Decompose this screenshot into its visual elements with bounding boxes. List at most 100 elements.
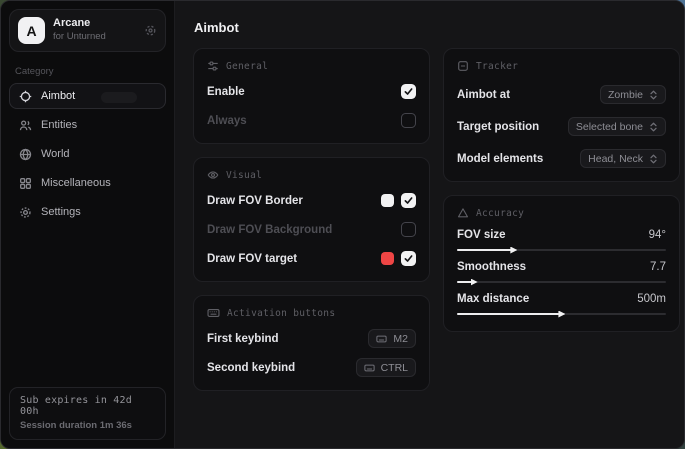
section-title: Accuracy — [476, 208, 524, 219]
smoothness-slider[interactable] — [457, 281, 666, 283]
enable-checkbox[interactable] — [401, 84, 416, 99]
aimbot-at-dropdown[interactable]: Zombie — [600, 85, 666, 104]
dropdown-value: Selected bone — [576, 121, 643, 133]
grid-icon — [19, 177, 32, 190]
setting-label: Draw FOV target — [207, 253, 297, 265]
setting-row-target-position: Target position Selected bone — [457, 117, 666, 136]
general-section: General Enable Always — [193, 48, 430, 144]
tracker-section-header: Tracker — [457, 60, 666, 72]
sidebar-item-label: Miscellaneous — [41, 177, 111, 189]
setting-row-fov-target: Draw FOV target — [207, 249, 416, 268]
section-title: Tracker — [476, 61, 518, 72]
general-section-header: General — [207, 60, 416, 72]
tracker-section: Tracker Aimbot at Zombie Target position — [443, 48, 680, 182]
second-keybind-button[interactable]: CTRL — [356, 358, 416, 377]
slider-fill — [457, 249, 511, 251]
visual-section: Visual Draw FOV Border Draw FOV Backgrou… — [193, 157, 430, 282]
setting-row-fov-border: Draw FOV Border — [207, 191, 416, 210]
slider-fill — [457, 281, 472, 283]
setting-label: Enable — [207, 86, 245, 98]
setting-row-aimbot-at: Aimbot at Zombie — [457, 85, 666, 104]
category-label: Category — [15, 66, 160, 77]
setting-label: Aimbot at — [457, 89, 510, 101]
smoothness-slider-group: Smoothness 7.7 — [457, 261, 666, 283]
triangle-icon — [457, 207, 469, 219]
sidebar-item-aimbot[interactable]: Aimbot — [9, 83, 166, 109]
globe-icon — [19, 148, 32, 161]
slider-label: FOV size — [457, 229, 506, 241]
fov-border-color-swatch[interactable] — [381, 194, 394, 207]
unfold-icon — [649, 90, 658, 100]
fov-size-slider-group: FOV size 94° — [457, 229, 666, 251]
page-title: Aimbot — [194, 20, 680, 35]
crosshair-icon — [19, 90, 32, 103]
section-title: General — [226, 61, 268, 72]
sidebar-item-miscellaneous[interactable]: Miscellaneous — [9, 170, 166, 196]
slider-value: 94° — [649, 229, 666, 241]
max-distance-slider-group: Max distance 500m — [457, 293, 666, 315]
keybind-value: CTRL — [381, 362, 408, 374]
sidebar-item-label: Aimbot — [41, 90, 75, 102]
app-logo: A — [18, 17, 45, 44]
setting-row-fov-background: Draw FOV Background — [207, 220, 416, 239]
max-distance-slider[interactable] — [457, 313, 666, 315]
target-position-dropdown[interactable]: Selected bone — [568, 117, 666, 136]
sync-icon[interactable] — [144, 24, 157, 37]
dropdown-value: Head, Neck — [588, 153, 643, 165]
frame-target-icon — [457, 60, 469, 72]
setting-label: Draw FOV Background — [207, 224, 332, 236]
slider-thumb[interactable] — [471, 279, 478, 286]
activation-section-header: Activation buttons — [207, 307, 416, 319]
visual-section-header: Visual — [207, 169, 416, 181]
app-subtitle: for Unturned — [53, 31, 136, 43]
fov-background-checkbox[interactable] — [401, 222, 416, 237]
selected-item-sheen — [101, 92, 137, 103]
sidebar-item-entities[interactable]: Entities — [9, 112, 166, 138]
sub-expiry-text: Sub expires in 42d 00h — [20, 395, 155, 417]
setting-label: Model elements — [457, 153, 543, 165]
setting-row-enable: Enable — [207, 82, 416, 101]
keybind-value: M2 — [393, 333, 408, 345]
keyboard-icon — [207, 307, 220, 319]
model-elements-dropdown[interactable]: Head, Neck — [580, 149, 666, 168]
brand-text: Arcane for Unturned — [53, 17, 136, 43]
sidebar-item-settings[interactable]: Settings — [9, 199, 166, 225]
keyboard-icon — [376, 334, 387, 344]
slider-thumb[interactable] — [510, 247, 517, 254]
setting-row-first-keybind: First keybind M2 — [207, 329, 416, 348]
sidebar-item-world[interactable]: World — [9, 141, 166, 167]
setting-label: Second keybind — [207, 362, 295, 374]
dropdown-value: Zombie — [608, 89, 643, 101]
always-checkbox[interactable] — [401, 113, 416, 128]
sidebar: A Arcane for Unturned Category — [1, 1, 175, 448]
app-window: A Arcane for Unturned Category — [0, 0, 685, 449]
slider-thumb[interactable] — [558, 311, 565, 318]
setting-row-model-elements: Model elements Head, Neck — [457, 149, 666, 168]
setting-label: Always — [207, 115, 247, 127]
main-content: Aimbot General — [175, 1, 685, 448]
entities-icon — [19, 119, 32, 132]
slider-fill — [457, 313, 559, 315]
fov-border-checkbox[interactable] — [401, 193, 416, 208]
slider-label: Smoothness — [457, 261, 526, 273]
setting-label: Draw FOV Border — [207, 195, 303, 207]
section-title: Activation buttons — [227, 308, 335, 319]
fov-size-slider[interactable] — [457, 249, 666, 251]
fov-target-color-swatch[interactable] — [381, 252, 394, 265]
fov-target-checkbox[interactable] — [401, 251, 416, 266]
sidebar-item-label: Entities — [41, 119, 77, 131]
brand-card: A Arcane for Unturned — [9, 9, 166, 52]
sidebar-nav: Aimbot Entities — [9, 83, 166, 225]
accuracy-section: Accuracy FOV size 94° — [443, 195, 680, 332]
eye-icon — [207, 169, 219, 181]
setting-label: Target position — [457, 121, 539, 133]
slider-label: Max distance — [457, 293, 529, 305]
setting-row-second-keybind: Second keybind CTRL — [207, 358, 416, 377]
setting-row-always: Always — [207, 111, 416, 130]
unfold-icon — [649, 154, 658, 164]
first-keybind-button[interactable]: M2 — [368, 329, 416, 348]
slider-value: 7.7 — [650, 261, 666, 273]
setting-label: First keybind — [207, 333, 279, 345]
session-duration-text: Session duration 1m 36s — [20, 420, 155, 431]
keyboard-icon — [364, 363, 375, 373]
